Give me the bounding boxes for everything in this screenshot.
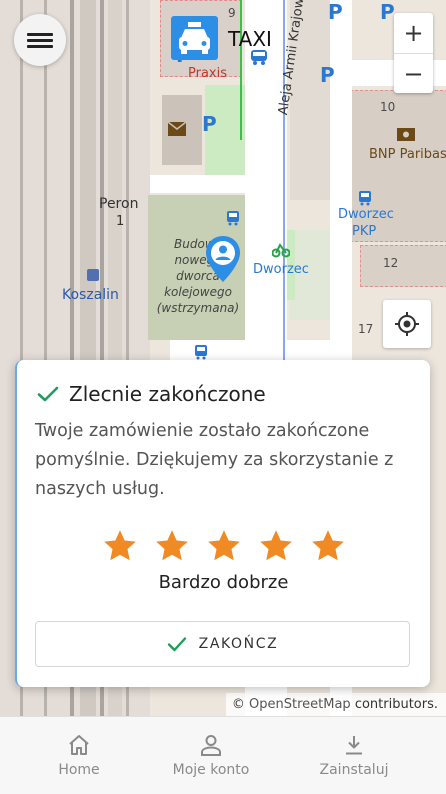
star-icon[interactable] (154, 528, 190, 564)
map-label-koszalin: Koszalin (62, 287, 119, 303)
map-label-peron: Peron (99, 196, 139, 212)
nav-label-home: Home (58, 762, 100, 778)
bus-stop-icon (359, 191, 371, 206)
locate-me-button[interactable] (383, 300, 431, 348)
hamburger-icon (27, 30, 53, 51)
bus-stop-icon (195, 345, 207, 360)
map-label-pkp: PKP (352, 224, 377, 239)
order-completed-dialog: Zlecnie zakończone Twoje zamówienie zost… (15, 360, 430, 687)
check-icon (167, 637, 186, 652)
attribution-link[interactable]: OpenStreetMap (249, 697, 351, 712)
nav-label-install: Zainstaluj (319, 762, 389, 778)
zoom-out-button[interactable]: − (394, 54, 433, 94)
taxi-logo-icon (171, 16, 218, 60)
map-label-dworzec-bus: Dworzec (253, 262, 309, 277)
road (150, 175, 260, 193)
parking-icon: P (328, 0, 343, 24)
map-label-praxis: Praxis (188, 66, 227, 81)
download-icon (346, 736, 362, 755)
account-icon (201, 735, 221, 756)
zoom-control: + − (394, 13, 433, 93)
dialog-title: Zlecnie zakończone (69, 382, 266, 406)
home-icon (69, 735, 89, 755)
finish-button-label: ZAKOŃCZ (198, 636, 279, 652)
road-edge (240, 0, 242, 140)
nav-item-home[interactable]: Home (5, 717, 153, 794)
star-icon[interactable] (310, 528, 346, 564)
map-label-number: 12 (383, 256, 399, 270)
star-icon[interactable] (102, 528, 138, 564)
dialog-message: Twoje zamówienie zostało zakończone pomy… (35, 421, 394, 499)
map-label-dworzec-pkp: Dworzec (338, 207, 394, 222)
dialog-header: Zlecnie zakończone (37, 382, 266, 406)
bank-icon (397, 128, 415, 141)
nav-item-account[interactable]: Moje konto (137, 717, 285, 794)
map-label-peron-number: 1 (116, 214, 125, 229)
nav-item-install[interactable]: Zainstaluj (280, 717, 428, 794)
mail-icon (168, 122, 186, 136)
map-attribution: © OpenStreetMap contributors. (225, 693, 446, 716)
app-title: TAXI (228, 27, 272, 51)
bike-icon (272, 243, 290, 258)
star-icon[interactable] (206, 528, 242, 564)
map-label-bnp: BNP Paribas (369, 147, 446, 162)
attribution-suffix: contributors. (354, 697, 438, 712)
location-pin-icon[interactable] (203, 234, 243, 284)
zoom-in-button[interactable]: + (394, 13, 433, 54)
map-label-number: 10 (380, 100, 396, 114)
block (360, 245, 446, 287)
map-label-number: 17 (358, 322, 374, 336)
map-label-number: 9 (228, 6, 236, 20)
check-icon (37, 386, 59, 402)
parking-icon: P (380, 0, 395, 24)
attribution-copyright: © (231, 697, 245, 712)
parking-icon: P (202, 112, 217, 136)
parking-icon: P (320, 63, 335, 87)
nav-label-account: Moje konto (172, 762, 250, 778)
bus-stop-icon (227, 211, 239, 226)
rating-label: Bardzo dobrze (158, 572, 289, 593)
bottom-navigation: Home Moje konto Zainstaluj (0, 716, 446, 794)
finish-button[interactable]: ZAKOŃCZ (35, 621, 410, 667)
menu-button[interactable] (14, 14, 66, 66)
star-icon[interactable] (258, 528, 294, 564)
crosshair-icon (395, 312, 419, 336)
rating-stars (17, 528, 430, 564)
station-icon (87, 269, 99, 281)
